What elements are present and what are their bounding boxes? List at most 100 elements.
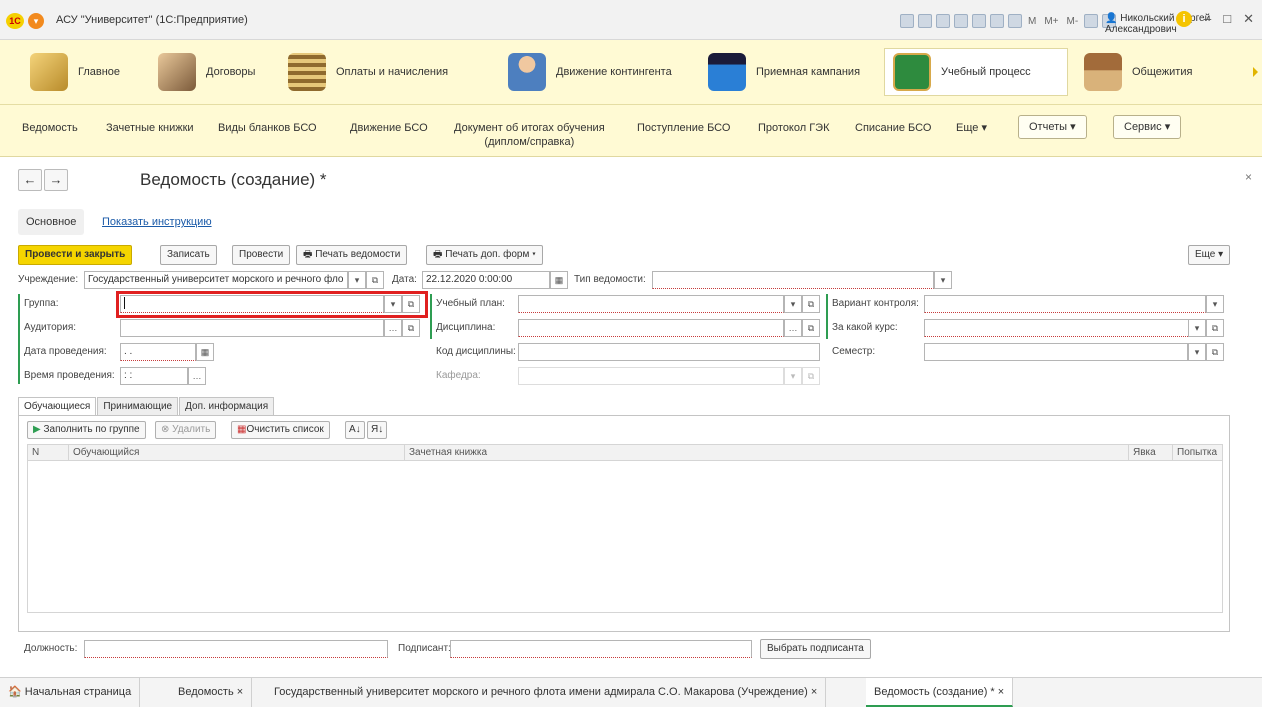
memory-minus-button[interactable]: M- — [1065, 16, 1081, 27]
subnav-vedomost[interactable]: Ведомость — [22, 121, 78, 135]
subnav-education-document[interactable]: Документ об итогах обучения (диплом/спра… — [454, 121, 605, 149]
open-icon[interactable]: ⧉ — [402, 319, 420, 337]
plan-field[interactable] — [518, 295, 784, 313]
link-icon[interactable] — [954, 14, 968, 28]
show-instructions-link[interactable]: Показать инструкцию — [94, 209, 220, 235]
post-button[interactable]: Провести — [232, 245, 291, 265]
select-icon[interactable]: … — [784, 319, 802, 337]
task-vedomost[interactable]: Ведомость × — [170, 678, 253, 707]
dropdown-icon[interactable]: ▾ — [1206, 295, 1224, 313]
subnav-doc-line1: Документ об итогах обучения — [454, 122, 605, 134]
col-record-book[interactable]: Зачетная книжка — [404, 445, 1128, 460]
tab-students[interactable]: Обучающиеся — [18, 397, 97, 417]
more-actions-button[interactable]: Еще ▾ — [1188, 245, 1231, 265]
tab-main[interactable]: Основное — [18, 209, 85, 235]
open-icon[interactable]: ⧉ — [802, 295, 820, 313]
semester-field[interactable] — [924, 343, 1188, 361]
close-form-icon[interactable]: × — [1245, 170, 1252, 184]
subnav-gek-protocol[interactable]: Протокол ГЭК — [758, 121, 830, 135]
back-button[interactable]: ← — [18, 169, 42, 191]
section-payments[interactable]: Оплаты и начисления — [280, 48, 456, 96]
open-icon[interactable]: ⧉ — [1206, 319, 1224, 337]
forward-button[interactable]: → — [44, 169, 68, 191]
service-button[interactable]: Сервис ▾ — [1113, 115, 1182, 139]
dropdown-icon[interactable]: ▾ — [784, 295, 802, 313]
discipline-code-field[interactable] — [518, 343, 820, 361]
col-attempt[interactable]: Попытка — [1172, 445, 1222, 460]
post-and-close-button[interactable]: Провести и закрыть — [18, 245, 133, 265]
info-icon[interactable]: i — [1176, 11, 1192, 27]
tab-extra-info[interactable]: Доп. информация — [179, 397, 275, 417]
zoom-icon[interactable] — [1084, 14, 1099, 28]
open-icon[interactable]: ⧉ — [366, 271, 384, 289]
sort-asc-button[interactable]: А↓ — [345, 421, 365, 439]
task-home[interactable]: 🏠 Начальная страница — [0, 678, 141, 707]
fill-by-group-button[interactable]: ▶ Заполнить по группе — [27, 421, 146, 439]
select-icon[interactable]: … — [384, 319, 402, 337]
discipline-field[interactable] — [518, 319, 784, 337]
scroll-right-icon[interactable] — [1253, 67, 1258, 77]
institution-field[interactable]: Государственный университет морского и р… — [84, 271, 348, 289]
delete-button[interactable]: ⊗ Удалить — [155, 421, 217, 439]
statement-type-field[interactable] — [652, 271, 934, 289]
col-n[interactable]: N — [28, 445, 68, 460]
select-icon[interactable]: … — [188, 367, 206, 385]
memory-plus-button[interactable]: M+ — [1042, 16, 1060, 27]
open-icon[interactable]: ⧉ — [1206, 343, 1224, 361]
subnav-bso-types[interactable]: Виды бланков БСО — [218, 121, 317, 135]
held-date-field[interactable]: . . — [120, 343, 196, 361]
maximize-button[interactable]: □ — [1223, 11, 1231, 27]
tab-examiners[interactable]: Принимающие — [97, 397, 179, 417]
reports-button[interactable]: Отчеты ▾ — [1018, 115, 1087, 139]
task-vedomost-create[interactable]: Ведомость (создание) * × — [866, 678, 1014, 707]
printer-icon: 🖶 — [303, 249, 316, 260]
date-field[interactable]: 22.12.2020 0:00:00 — [422, 271, 550, 289]
dropdown-icon[interactable]: ▾ — [1188, 319, 1206, 337]
subnav-more[interactable]: Еще ▾ — [956, 121, 987, 135]
subnav-bso-writeoff[interactable]: Списание БСО — [855, 121, 931, 135]
print-extra-forms-button[interactable]: 🖶 Печать доп. форм ▾ — [426, 245, 543, 265]
print-statement-button[interactable]: 🖶 Печать ведомости — [296, 245, 408, 265]
table-body[interactable] — [27, 461, 1223, 613]
control-field[interactable] — [924, 295, 1206, 313]
dropdown-icon[interactable]: ▾ — [348, 271, 366, 289]
subnav-bso-receipt[interactable]: Поступление БСО — [637, 121, 730, 135]
calendar-icon[interactable]: ▦ — [196, 343, 214, 361]
form-title: Ведомость (создание) * — [140, 170, 327, 189]
section-admission[interactable]: Приемная кампания — [700, 48, 868, 96]
main-menu-button[interactable]: ▾ — [28, 13, 44, 29]
position-field[interactable] — [84, 640, 388, 658]
copy-icon[interactable] — [972, 14, 986, 28]
print-icon[interactable] — [918, 14, 932, 28]
col-student[interactable]: Обучающийся — [68, 445, 404, 460]
open-icon[interactable]: ⧉ — [802, 319, 820, 337]
close-window-button[interactable]: ✕ — [1243, 11, 1254, 27]
held-time-field[interactable]: : : — [120, 367, 188, 385]
calendar-icon[interactable] — [1008, 14, 1022, 28]
calculator-icon[interactable] — [990, 14, 1004, 28]
dropdown-icon[interactable]: ▾ — [1188, 343, 1206, 361]
choose-signer-button[interactable]: Выбрать подписанта — [760, 639, 871, 659]
section-main[interactable]: Главное — [22, 48, 128, 96]
save-button[interactable]: Записать — [160, 245, 217, 265]
subnav-record-books[interactable]: Зачетные книжки — [106, 121, 194, 135]
calendar-icon[interactable]: ▦ — [550, 271, 568, 289]
course-field[interactable] — [924, 319, 1206, 337]
memory-m-button[interactable]: M — [1026, 16, 1038, 27]
sort-desc-button[interactable]: Я↓ — [367, 421, 388, 439]
subnav-bso-movement[interactable]: Движение БСО — [350, 121, 428, 135]
preview-icon[interactable] — [936, 14, 950, 28]
signer-field[interactable] — [450, 640, 752, 658]
section-dormitories[interactable]: Общежития — [1076, 48, 1200, 96]
printer-icon: 🖶 — [433, 249, 446, 260]
section-study[interactable]: Учебный процесс — [884, 48, 1068, 96]
section-contingent[interactable]: Движение контингента — [500, 48, 680, 96]
section-contracts[interactable]: Договоры — [150, 48, 263, 96]
save-icon[interactable] — [900, 14, 914, 28]
auditorium-field[interactable] — [120, 319, 384, 337]
task-institution[interactable]: Государственный университет морского и р… — [266, 678, 827, 707]
minimize-button[interactable]: – — [1204, 11, 1211, 27]
col-attendance[interactable]: Явка — [1128, 445, 1172, 460]
clear-list-button[interactable]: ▦Очистить список — [231, 421, 330, 439]
dropdown-icon[interactable]: ▾ — [934, 271, 952, 289]
